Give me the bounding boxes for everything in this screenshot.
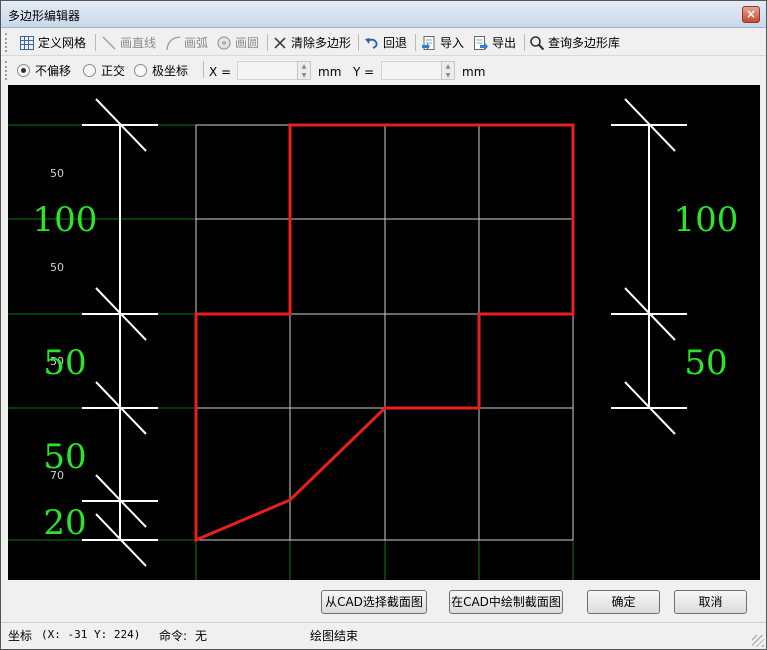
resize-grip[interactable] <box>752 635 764 647</box>
dimension-label-left: 50 <box>43 437 86 477</box>
clear-polygon-button[interactable]: 清除多边形 <box>272 32 351 53</box>
options-bar: 不偏移 正交 极坐标 X = 0 ▲▼ mm Y = 0 ▲▼ mm <box>1 57 766 84</box>
undo-button[interactable]: 回退 <box>364 32 407 53</box>
small-label: 50 <box>50 261 64 274</box>
snap-ortho-label: 正交 <box>101 64 126 78</box>
define-grid-button[interactable]: 定义网格 <box>19 32 86 53</box>
dimension-label-right: 50 <box>684 343 727 383</box>
draw-circle-label: 画圆 <box>235 36 260 50</box>
grid <box>195 124 574 541</box>
snap-ortho-radio[interactable] <box>83 64 96 77</box>
snap-polar-label: 极坐标 <box>152 64 189 78</box>
snap-none-radio[interactable] <box>17 64 30 77</box>
define-grid-label: 定义网格 <box>38 36 87 50</box>
draw-line-button[interactable]: 画直线 <box>101 32 156 53</box>
clear-polygon-label: 清除多边形 <box>291 36 352 50</box>
query-polygon-library-button[interactable]: 查询多边形库 <box>529 32 620 53</box>
right-dimension-lines <box>611 98 687 435</box>
coord-label: 坐标 <box>8 629 33 643</box>
canvas-svg[interactable]: 50 50 50 70 100 50 50 20 100 50 <box>8 85 760 580</box>
line-icon <box>101 35 117 51</box>
window-title: 多边形编辑器 <box>8 9 81 23</box>
snap-polar-radio[interactable] <box>134 64 147 77</box>
title-bar[interactable]: 多边形编辑器 × <box>1 1 766 28</box>
import-icon <box>421 35 437 51</box>
toolbar: 定义网格 画直线 画弧 画圆 清除多边形 回退 导入 导出 查询多边形库 <box>1 29 766 56</box>
grid-icon <box>19 35 35 51</box>
import-button[interactable]: 导入 <box>421 32 464 53</box>
y-label: Y = <box>353 65 375 79</box>
toolbar-separator <box>95 34 96 51</box>
query-polygon-library-label: 查询多边形库 <box>548 36 621 50</box>
search-icon <box>529 35 545 51</box>
drawing-canvas[interactable]: 50 50 50 70 100 50 50 20 100 50 <box>8 85 760 580</box>
small-label: 50 <box>50 167 64 180</box>
left-dimension-lines <box>82 98 158 567</box>
polygon-editor-window: 多边形编辑器 × 定义网格 画直线 画弧 画圆 清除多边形 回退 导入 导出 查… <box>0 0 767 650</box>
x-spinner[interactable]: ▲ ▼ <box>297 61 311 80</box>
coord-value: (X: -31 Y: 224) <box>41 628 141 641</box>
draw-arc-button[interactable]: 画弧 <box>165 32 208 53</box>
export-icon <box>473 35 489 51</box>
undo-icon <box>364 35 380 51</box>
y-spinner[interactable]: ▲ ▼ <box>441 61 455 80</box>
close-button[interactable]: × <box>742 6 760 23</box>
circle-icon <box>216 35 232 51</box>
draw-line-label: 画直线 <box>120 36 157 50</box>
toolbar-separator <box>358 34 359 51</box>
toolbar-separator <box>267 34 268 51</box>
command-label: 命令: <box>159 629 188 643</box>
dimension-label-right: 100 <box>674 200 739 240</box>
toolbar-grip[interactable] <box>5 33 9 52</box>
toolbar-separator <box>415 34 416 51</box>
y-unit: mm <box>462 65 486 79</box>
clear-icon <box>272 35 288 51</box>
draw-circle-button[interactable]: 画圆 <box>216 32 259 53</box>
snap-ortho-option[interactable]: 正交 <box>83 62 125 79</box>
export-button[interactable]: 导出 <box>473 32 516 53</box>
arc-icon <box>165 35 181 51</box>
ok-button[interactable]: 确定 <box>587 590 660 614</box>
select-from-cad-button[interactable]: 从CAD选择截面图 <box>321 590 427 614</box>
x-label: X = <box>209 65 232 79</box>
snap-none-label: 不偏移 <box>35 64 72 78</box>
export-label: 导出 <box>492 36 517 50</box>
options-separator <box>203 61 204 78</box>
cancel-button[interactable]: 取消 <box>674 590 747 614</box>
dimension-label-left: 20 <box>43 503 86 543</box>
undo-label: 回退 <box>383 36 408 50</box>
command-value: 无 <box>195 629 208 643</box>
options-grip[interactable] <box>5 61 9 80</box>
x-unit: mm <box>318 65 342 79</box>
toolbar-separator <box>524 34 525 51</box>
draw-arc-label: 画弧 <box>184 36 209 50</box>
snap-none-option[interactable]: 不偏移 <box>17 62 71 79</box>
status-message: 绘图结束 <box>310 629 359 643</box>
draw-in-cad-button[interactable]: 在CAD中绘制截面图 <box>449 590 563 614</box>
dimension-label-left: 50 <box>43 343 86 383</box>
snap-polar-option[interactable]: 极坐标 <box>134 62 188 79</box>
import-label: 导入 <box>440 36 465 50</box>
status-bar: 坐标 (X: -31 Y: 224) 命令: 无 绘图结束 <box>1 622 766 649</box>
dimension-label-left: 100 <box>33 200 98 240</box>
